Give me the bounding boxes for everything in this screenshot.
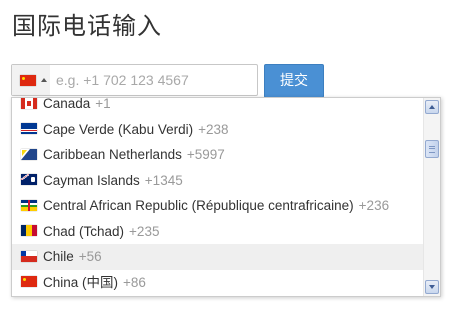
- country-item-china[interactable]: China (中国) +86: [12, 270, 424, 296]
- phone-number-input[interactable]: [56, 65, 251, 95]
- scroll-up-arrow-icon[interactable]: [425, 100, 439, 114]
- country-item-caribbean-netherlands[interactable]: Caribbean Netherlands +5997: [12, 142, 424, 168]
- dial-code: +238: [198, 121, 229, 137]
- dial-code: +1345: [144, 172, 183, 188]
- country-name: Chile: [43, 249, 74, 264]
- ky-flag-icon: [21, 174, 37, 186]
- dropdown-scrollbar[interactable]: [423, 98, 440, 296]
- dial-code: +235: [129, 223, 160, 239]
- phone-input-group: [11, 64, 258, 96]
- scroll-down-arrow-icon[interactable]: [425, 280, 439, 294]
- country-selector[interactable]: [12, 65, 50, 95]
- country-item-cape-verde[interactable]: Cape Verde (Kabu Verdi) +238: [12, 117, 424, 143]
- caret-up-icon: [41, 78, 47, 82]
- country-name: Central African Republic (République cen…: [43, 198, 354, 213]
- country-name: Cape Verde (Kabu Verdi): [43, 121, 194, 137]
- country-dropdown: Canada +1 Cape Verde (Kabu Verdi) +238 Car…: [11, 97, 441, 297]
- cn-flag-icon: [20, 75, 36, 86]
- country-item-canada[interactable]: Canada +1: [12, 97, 424, 117]
- cv-flag-icon: [21, 123, 37, 135]
- dial-code: +1: [95, 97, 111, 111]
- submit-button[interactable]: 提交: [264, 64, 324, 98]
- country-item-cayman-islands[interactable]: Cayman Islands +1345: [12, 168, 424, 194]
- page: 国际电话输入 提交 Canada +1 Cape Verde (Kabu Verd…: [0, 0, 455, 311]
- country-item-chile[interactable]: Chile +56: [12, 244, 424, 270]
- country-name: Caribbean Netherlands: [43, 147, 182, 162]
- ca-flag-icon: [21, 98, 37, 109]
- country-name: Canada: [43, 97, 91, 111]
- country-list: Canada +1 Cape Verde (Kabu Verdi) +238 Car…: [12, 97, 424, 296]
- cl-flag-icon: [21, 250, 37, 262]
- country-name: China (中国): [43, 274, 119, 290]
- td-flag-icon: [21, 225, 37, 237]
- dial-code: +56: [78, 249, 102, 264]
- dial-code: +5997: [186, 147, 225, 162]
- cf-flag-icon: [21, 199, 37, 211]
- cn-flag-icon: [21, 276, 37, 288]
- country-item-central-african-republic[interactable]: Central African Republic (République cen…: [12, 193, 424, 219]
- dial-code: +86: [123, 274, 146, 290]
- country-name: Cayman Islands: [43, 172, 140, 188]
- country-item-chad[interactable]: Chad (Tchad) +235: [12, 219, 424, 245]
- bq-flag-icon: [21, 148, 37, 160]
- country-name: Chad (Tchad): [43, 223, 125, 239]
- dial-code: +236: [358, 198, 390, 213]
- scroll-thumb[interactable]: [425, 140, 439, 158]
- page-title: 国际电话输入: [12, 12, 162, 40]
